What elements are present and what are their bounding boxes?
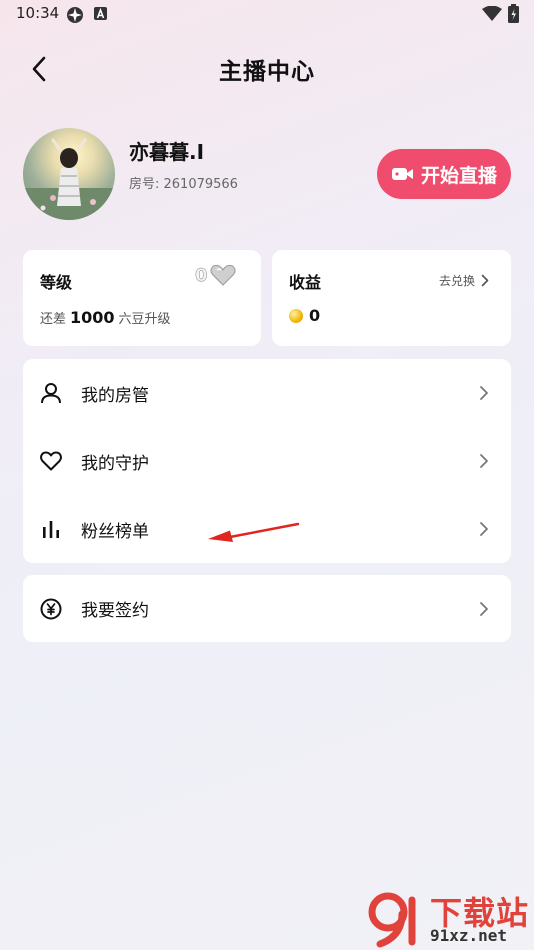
income-title: 收益 [289,273,322,292]
sync-icon [66,6,84,28]
room-number: 房号: 261079566 [129,177,238,192]
income-value-row: 0 [289,306,320,325]
video-camera-icon [391,168,413,180]
avatar[interactable] [23,128,115,220]
level-progress-text: 还差 1000 六豆升级 [40,308,171,327]
wifi-icon [482,5,502,26]
level-amount: 1000 [70,308,115,327]
level-suffix: 六豆升级 [118,312,171,327]
heart-icon [39,449,63,473]
menu-label: 我的守护 [81,453,149,474]
bar-chart-icon [39,517,63,541]
chevron-right-icon [480,601,488,616]
heart-badge-icon [210,264,235,286]
level-badge: 0 [195,264,236,286]
watermark-url: 91xz.net [430,926,508,945]
level-title: 等级 [40,273,73,292]
level-number: 0 [195,264,208,286]
start-live-label: 开始直播 [420,164,497,187]
user-name: 亦暮暮.I [129,140,205,164]
menu-label: 粉丝榜单 [81,521,149,542]
menu-label: 我的房管 [81,385,149,406]
income-value: 0 [309,306,321,325]
annotation-arrow [208,522,300,542]
income-card[interactable]: 收益 去兑换 0 [272,250,511,346]
chevron-right-icon [480,386,488,400]
user-icon [39,381,63,405]
exchange-label: 去兑换 [438,274,475,288]
status-time: 10:34 [16,4,60,22]
level-prefix: 还差 [40,312,67,327]
coin-icon [289,308,303,323]
exchange-link[interactable]: 去兑换 [439,272,489,289]
yen-icon [39,597,63,621]
watermark-logo-icon [368,892,416,948]
menu-label: 我要签约 [81,601,149,621]
start-live-button[interactable]: 开始直播 [377,149,511,199]
menu-item-room-managers[interactable]: 我的房管 [23,359,511,427]
page-title: 主播中心 [219,59,315,85]
menu-item-guardians[interactable]: 我的守护 [23,427,511,495]
watermark: 下载站 91xz.net [366,888,534,950]
status-bar: 10:34 [0,0,534,30]
menu-item-sign-contract[interactable]: 我要签约 [23,575,511,642]
a-icon [94,6,108,26]
chevron-right-icon [481,274,489,287]
battery-icon [508,4,519,27]
sign-card: 我要签约 [23,575,511,642]
chevron-right-icon [480,522,488,536]
level-card[interactable]: 等级 0 还差 1000 六豆升级 [23,250,261,346]
chevron-right-icon [480,454,488,468]
